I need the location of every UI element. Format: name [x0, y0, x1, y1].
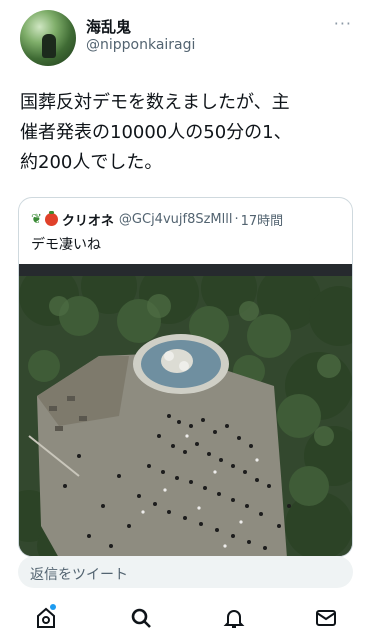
quoted-author-name: クリオネ: [61, 213, 114, 229]
reply-input[interactable]: 返信をツイート: [18, 556, 353, 588]
quoted-author-handle: @GCj4vujf8SzMlll: [118, 211, 233, 227]
author-name[interactable]: 海乱鬼: [86, 16, 131, 37]
nav-messages[interactable]: [314, 606, 338, 630]
notification-dot: [50, 604, 56, 610]
bell-icon: [223, 610, 245, 628]
quoted-timestamp: 17時間: [240, 213, 284, 229]
tomato-emoji-icon: [44, 210, 58, 226]
nav-notifications[interactable]: [222, 606, 246, 630]
author-handle[interactable]: @nipponkairagi: [86, 37, 195, 53]
avatar-figure: [42, 34, 56, 58]
more-options-icon[interactable]: ···: [334, 14, 352, 33]
nav-home[interactable]: [34, 604, 58, 630]
avatar[interactable]: [20, 10, 76, 66]
mail-icon: [316, 610, 336, 626]
nav-search[interactable]: [129, 606, 153, 630]
quoted-separator: ·: [234, 211, 239, 227]
tweet-text: 国葬反対デモを数えましたが、主 催者発表の10000人の50分の1、 約200人…: [20, 92, 292, 173]
bottom-nav: [0, 598, 370, 640]
quoted-text: デモ凄いね: [31, 237, 101, 253]
quoted-tweet[interactable]: ❦ クリオネ @GCj4vujf8SzMlll · 17時間 デモ凄いね: [18, 197, 353, 557]
quoted-header: ❦ クリオネ @GCj4vujf8SzMlll · 17時間: [31, 210, 284, 229]
quoted-media[interactable]: [19, 264, 352, 556]
sprout-emoji-icon: ❦: [31, 211, 42, 227]
aerial-photo: [19, 276, 352, 556]
reply-placeholder: 返信をツイート: [30, 567, 128, 583]
search-icon: [131, 608, 151, 628]
